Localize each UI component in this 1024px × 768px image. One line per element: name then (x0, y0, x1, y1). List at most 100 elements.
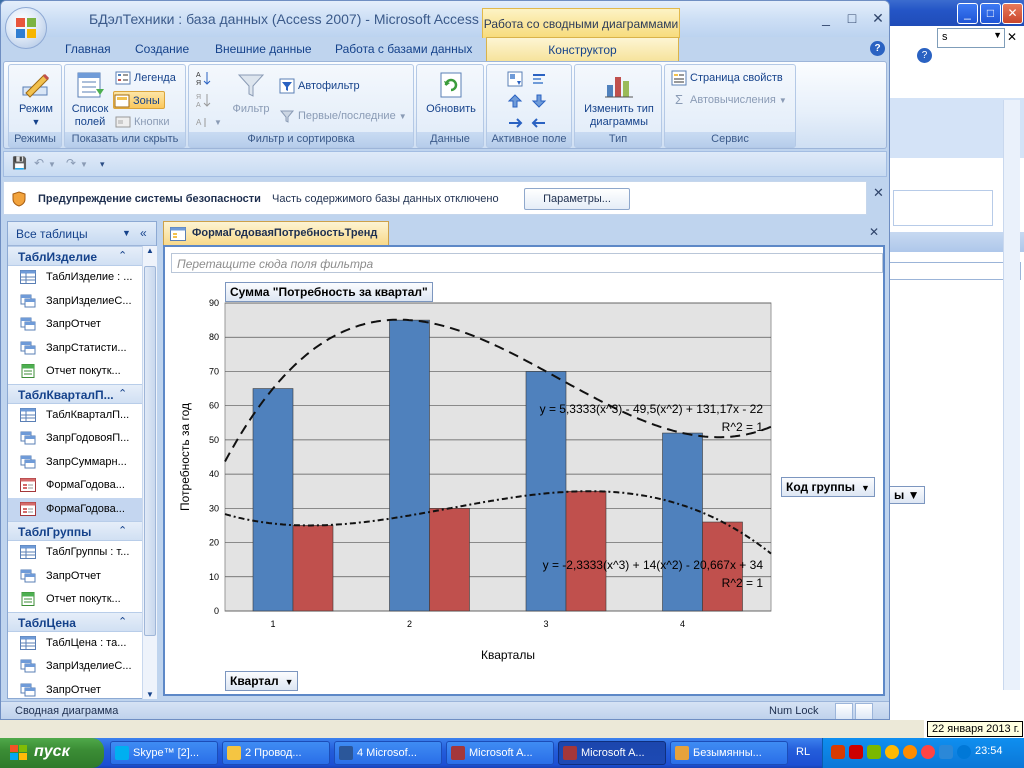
close-icon[interactable]: ✕ (873, 185, 884, 201)
zones-button[interactable]: Зоны (113, 91, 165, 109)
promote-icon[interactable] (507, 115, 523, 131)
tab-create[interactable]: Создание (135, 42, 189, 56)
tab-form-trend[interactable]: ФормаГодоваяПотребностьТренд (163, 221, 389, 245)
nav-group-header[interactable]: ТаблЦена ⌃ (8, 611, 156, 632)
nav-item[interactable]: Отчет покутк... (8, 588, 156, 612)
property-sheet-button[interactable]: Страница свойств (671, 69, 783, 87)
tab-home[interactable]: Главная (65, 42, 111, 56)
nav-item[interactable]: ФормаГодова... (8, 474, 156, 498)
tray-icon-1[interactable] (831, 745, 845, 759)
tray-icon-6[interactable] (921, 745, 935, 759)
nav-item[interactable]: ЗапрСтатисти... (8, 337, 156, 361)
minimize-button[interactable]: _ (957, 3, 978, 24)
scrollbar-thumb[interactable] (144, 266, 156, 636)
scroll-up-icon[interactable]: ▲ (146, 246, 154, 255)
tray-icon-8[interactable] (957, 745, 971, 759)
tray-icon-2[interactable] (849, 745, 863, 759)
nav-item[interactable]: ЗапрИзделиеС... (8, 290, 156, 314)
tray-icon-4[interactable] (885, 745, 899, 759)
tray-icon-3[interactable] (867, 745, 881, 759)
category-field-button[interactable]: Квартал ▼ (225, 671, 299, 691)
tab-design[interactable]: Конструктор (486, 37, 679, 61)
design-view-icon[interactable] (855, 703, 873, 719)
background-combo[interactable]: s ▼ (937, 28, 1005, 48)
nav-item[interactable]: ЗапрИзделиеС... (8, 655, 156, 679)
taskbar-item-access-2[interactable]: Microsoft A... (558, 741, 666, 765)
maximize-button[interactable]: □ (980, 3, 1001, 24)
close-icon[interactable]: ✕ (1007, 30, 1017, 44)
refresh-button[interactable]: Обновить (421, 69, 481, 116)
pivotchart-view-icon[interactable] (835, 703, 853, 719)
background-dropdown[interactable]: ы ▼ (889, 486, 925, 504)
taskbar-item-access-1[interactable]: Microsoft A... (446, 741, 554, 765)
undo-dropdown-icon[interactable]: ▼ (48, 160, 56, 169)
chevron-up-double-icon[interactable]: ⌃ (118, 615, 127, 628)
nav-item[interactable]: ТаблКварталП... (8, 404, 156, 428)
undo-icon[interactable]: ↶ (34, 156, 44, 170)
nav-group-header[interactable]: ТаблКварталП... ⌃ (8, 383, 156, 404)
chevron-up-double-icon[interactable]: ⌃ (118, 524, 127, 537)
move-down-icon[interactable] (531, 93, 547, 109)
nav-item[interactable]: ЗапрОтчет (8, 313, 156, 337)
nav-item[interactable]: ЗапрОтчет (8, 679, 156, 703)
legend-button[interactable]: Легенда (115, 69, 176, 87)
nav-item[interactable]: ТаблИзделие : ... (8, 266, 156, 290)
language-indicator[interactable]: RL (796, 746, 810, 758)
close-button[interactable]: ✕ (1002, 3, 1023, 24)
redo-dropdown-icon[interactable]: ▼ (80, 160, 88, 169)
buttons-toggle[interactable]: Кнопки (115, 113, 170, 131)
tray-icon-7[interactable] (939, 745, 953, 759)
tray-icon-5[interactable] (903, 745, 917, 759)
taskbar-item-explorer[interactable]: 2 Провод... (222, 741, 330, 765)
background-scrollbar[interactable] (1003, 100, 1020, 690)
customize-qat-icon[interactable]: ▾ (100, 159, 105, 170)
nav-scrollbar[interactable]: ▲ ▼ (142, 246, 157, 699)
filter-button[interactable]: Фильтр (229, 69, 273, 116)
demote-icon[interactable] (531, 115, 547, 131)
nav-item[interactable]: ЗапрГодовояП... (8, 427, 156, 451)
taskbar-item-paint[interactable]: Безымянны... (670, 741, 788, 765)
series-field-button[interactable]: Код группы ▼ (781, 477, 875, 497)
chevron-up-double-icon[interactable]: ⌃ (118, 387, 127, 400)
nav-item[interactable]: ТаблЦена : та... (8, 632, 156, 656)
help-icon[interactable]: ? (917, 48, 932, 63)
collapse-field-icon[interactable] (531, 71, 547, 87)
scroll-down-icon[interactable]: ▼ (146, 690, 154, 699)
view-button[interactable]: Режим ▼ (15, 69, 57, 129)
close-document-icon[interactable]: ✕ (869, 225, 879, 239)
autofilter-button[interactable]: Автофильтр (279, 77, 360, 95)
nav-item[interactable]: ФормаГодова... (8, 497, 156, 521)
redo-icon[interactable]: ↷ (66, 156, 76, 170)
nav-header[interactable]: Все таблицы ▼ « (8, 222, 156, 246)
sort-asc-button[interactable]: AЯ (195, 69, 214, 87)
change-chart-type-button[interactable]: Изменить тип диаграммы (577, 69, 661, 129)
shutter-bar-icon[interactable]: « (140, 226, 147, 240)
nav-item[interactable]: ЗапрСуммарн... (8, 451, 156, 475)
tab-external-data[interactable]: Внешние данные (215, 42, 312, 56)
field-list-button[interactable]: Список полей (67, 69, 113, 129)
security-options-button[interactable]: Параметры... (524, 188, 630, 210)
start-button[interactable]: пуск (0, 738, 104, 768)
minimize-icon[interactable]: _ (815, 10, 837, 26)
tab-database-tools[interactable]: Работа с базами данных (335, 42, 472, 56)
chevron-down-icon[interactable]: ▼ (122, 228, 131, 238)
nav-item[interactable]: ТаблГруппы : т... (8, 541, 156, 565)
nav-group-header[interactable]: ТаблГруппы ⌃ (8, 521, 156, 541)
nav-item[interactable]: ЗапрОтчет (8, 565, 156, 589)
data-field-button[interactable]: Сумма "Потребность за квартал" (225, 282, 433, 302)
move-up-icon[interactable] (507, 93, 523, 109)
nav-item[interactable]: Отчет покутк... (8, 360, 156, 384)
expand-field-icon[interactable] (507, 71, 523, 87)
chevron-up-double-icon[interactable]: ⌃ (118, 249, 127, 262)
sort-options-button[interactable]: A ▼ (195, 113, 222, 131)
nav-group-header[interactable]: ТаблИзделие ⌃ (8, 246, 156, 266)
filter-drop-zone[interactable]: Перетащите сюда поля фильтра (171, 253, 883, 273)
save-icon[interactable]: 💾 (12, 156, 27, 170)
maximize-icon[interactable]: □ (841, 10, 863, 26)
office-button[interactable] (5, 7, 47, 49)
taskbar-item-skype[interactable]: Skype™ [2]... (110, 741, 218, 765)
close-icon[interactable]: ✕ (867, 10, 889, 27)
sort-desc-button[interactable]: ЯA (195, 91, 214, 109)
top-bottom-button[interactable]: Первые/последние ▼ (279, 107, 407, 125)
autocalc-button[interactable]: Σ Автовычисления ▼ (671, 91, 787, 109)
